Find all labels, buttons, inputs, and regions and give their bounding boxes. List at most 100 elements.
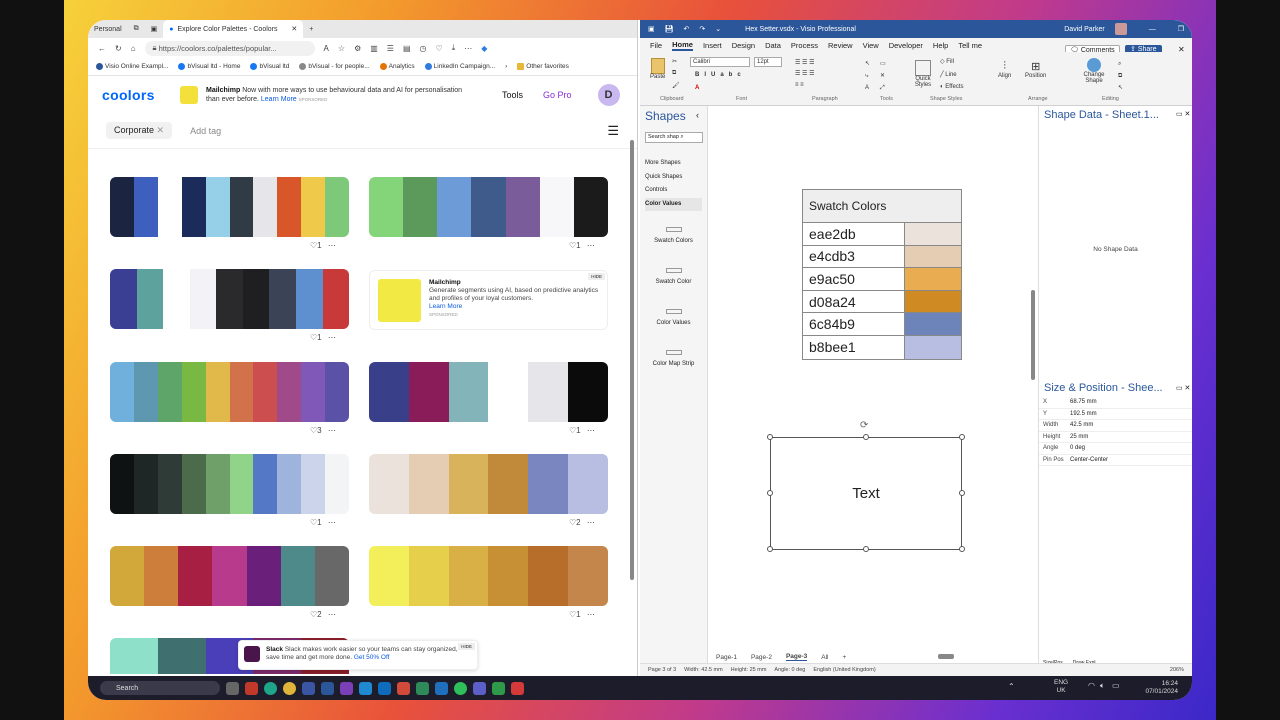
cut-icon[interactable]: ✂	[672, 58, 677, 65]
downloads-icon[interactable]: ⤓	[452, 43, 456, 53]
more-options-icon[interactable]: ⋯	[585, 426, 595, 435]
side-ad-link[interactable]: Learn More	[429, 303, 599, 311]
horizontal-scrollbar[interactable]	[938, 654, 954, 659]
palette-color-swatch[interactable]	[573, 177, 608, 237]
size-position-row[interactable]: X 68.75 mm	[1039, 397, 1192, 409]
palette-color-swatch[interactable]	[322, 269, 349, 329]
fill-button[interactable]: ◇ Fill	[940, 58, 954, 65]
word-icon[interactable]	[321, 681, 334, 695]
selection-handle[interactable]	[959, 490, 965, 496]
read-aloud-icon[interactable]: A	[324, 44, 329, 53]
palette-card[interactable]	[369, 362, 608, 422]
rectangle-tool-icon[interactable]: ▭ ✕ ⤢	[880, 58, 886, 94]
property-value[interactable]: Center-Center	[1070, 457, 1108, 463]
palette-color-swatch[interactable]	[189, 269, 217, 329]
remove-tag-icon[interactable]: ✕	[157, 125, 165, 135]
palette-likes[interactable]: ♡1 ⋯	[310, 518, 336, 527]
palette-color-swatch[interactable]	[242, 269, 270, 329]
palette-color-swatch[interactable]	[157, 454, 182, 514]
palette-color-swatch[interactable]	[253, 454, 278, 514]
palette-likes[interactable]: ♡1 ⋯	[569, 610, 595, 619]
chevron-right-icon[interactable]: ›	[505, 63, 507, 70]
effects-button[interactable]: ◐ Effects	[940, 84, 964, 90]
palette-color-swatch[interactable]	[157, 638, 206, 674]
palette-color-swatch[interactable]	[277, 362, 302, 422]
palette-color-swatch[interactable]	[136, 269, 164, 329]
workspaces-icon[interactable]: ⧉	[128, 20, 145, 38]
stencil-master[interactable]: Swatch Color	[640, 262, 707, 303]
text-shape[interactable]: Text	[770, 437, 962, 550]
canvas-scrollbar[interactable]	[1031, 290, 1035, 380]
ribbon-tab[interactable]: Process	[791, 41, 818, 50]
palette-color-swatch[interactable]	[325, 362, 349, 422]
palette-color-swatch[interactable]	[528, 454, 569, 514]
palette-card[interactable]	[110, 177, 349, 237]
bookmark-folder[interactable]: Other favorites	[517, 62, 569, 70]
qat-customize-icon[interactable]: ⌄	[715, 25, 721, 33]
more-options-icon[interactable]: ⋯	[326, 518, 336, 527]
selection-handle[interactable]	[959, 546, 965, 552]
palette-color-swatch[interactable]	[277, 177, 302, 237]
shapes-category-item[interactable]: Controls	[645, 184, 702, 198]
size-position-row[interactable]: Y 192.5 mm	[1039, 409, 1192, 420]
visual-studio-icon[interactable]	[340, 681, 353, 695]
extensions-icon[interactable]: ⚙	[354, 44, 361, 53]
ribbon-tab[interactable]: Home	[672, 40, 693, 51]
vscode-icon[interactable]	[359, 681, 372, 695]
palette-color-swatch[interactable]	[568, 454, 608, 514]
palette-color-swatch[interactable]	[369, 454, 409, 514]
ribbon-tab[interactable]: Data	[765, 41, 781, 50]
add-tag-input[interactable]: Add tag	[190, 126, 221, 136]
palette-card[interactable]	[369, 454, 608, 514]
tab-personal[interactable]: Personal	[88, 20, 128, 38]
palette-likes[interactable]: ♡1 ⋯	[569, 241, 595, 250]
bottom-ad-link[interactable]: Get 50% Off	[354, 654, 390, 661]
palette-color-swatch[interactable]	[205, 177, 230, 237]
minimize-icon[interactable]: —	[1149, 26, 1156, 33]
selection-handle[interactable]	[863, 434, 869, 440]
format-painter-icon[interactable]: 🖌︎	[672, 82, 680, 89]
favorites-icon[interactable]: ☰	[387, 44, 394, 53]
ribbon-tab[interactable]: Developer	[889, 41, 923, 50]
swatch-row[interactable]: 6c84b9	[803, 313, 961, 336]
palette-color-swatch[interactable]	[205, 362, 230, 422]
font-format-buttons[interactable]: BIUabc	[695, 72, 746, 78]
back-icon[interactable]: ←	[98, 44, 106, 53]
ribbon-tab[interactable]: File	[650, 41, 662, 50]
palette-color-swatch[interactable]	[133, 362, 158, 422]
palette-likes[interactable]: ♡2 ⋯	[310, 610, 336, 619]
font-size-dropdown[interactable]: 12pt	[754, 57, 782, 67]
more-options-icon[interactable]: ⋯	[585, 518, 595, 527]
wifi-icon[interactable]: ◠	[1088, 681, 1095, 690]
user-name[interactable]: David Parker	[1064, 26, 1104, 33]
shapes-category-item[interactable]: More Shapes	[645, 157, 702, 171]
palette-color-swatch[interactable]	[157, 177, 182, 237]
sidebar-ad[interactable]: Mailchimp Generate segments using AI, ba…	[369, 270, 608, 330]
selection-handle[interactable]	[863, 546, 869, 552]
undo-icon[interactable]: ↶	[684, 25, 690, 33]
ribbon-tab[interactable]: Insert	[703, 41, 722, 50]
palette-likes[interactable]: ♡1 ⋯	[569, 426, 595, 435]
swatch-row[interactable]: e9ac50	[803, 268, 961, 291]
palette-color-swatch[interactable]	[181, 454, 206, 514]
palette-color-swatch[interactable]	[110, 269, 137, 329]
swatch-row[interactable]: b8bee1	[803, 335, 961, 359]
more-options-icon[interactable]: ⋯	[326, 333, 336, 342]
palette-color-swatch[interactable]	[403, 177, 438, 237]
palette-color-swatch[interactable]	[157, 362, 182, 422]
status-item[interactable]: 206%	[1170, 667, 1184, 673]
ribbon-tab[interactable]: Design	[732, 41, 755, 50]
swatch-row[interactable]: d08a24	[803, 290, 961, 314]
palette-color-swatch[interactable]	[488, 362, 529, 422]
page-tab[interactable]: Page-2	[751, 654, 772, 661]
hamburger-menu-icon[interactable]: ☰	[607, 123, 619, 139]
palette-card[interactable]	[110, 269, 349, 329]
ribbon-tab[interactable]: Tell me	[958, 41, 982, 50]
palette-color-swatch[interactable]	[325, 454, 349, 514]
tab-actions-icon[interactable]: ▣	[145, 20, 164, 38]
palette-likes[interactable]: ♡3 ⋯	[310, 426, 336, 435]
palette-color-swatch[interactable]	[110, 546, 145, 606]
palette-color-swatch[interactable]	[488, 546, 529, 606]
font-color-icon[interactable]: A	[695, 85, 699, 91]
palette-color-swatch[interactable]	[110, 454, 134, 514]
